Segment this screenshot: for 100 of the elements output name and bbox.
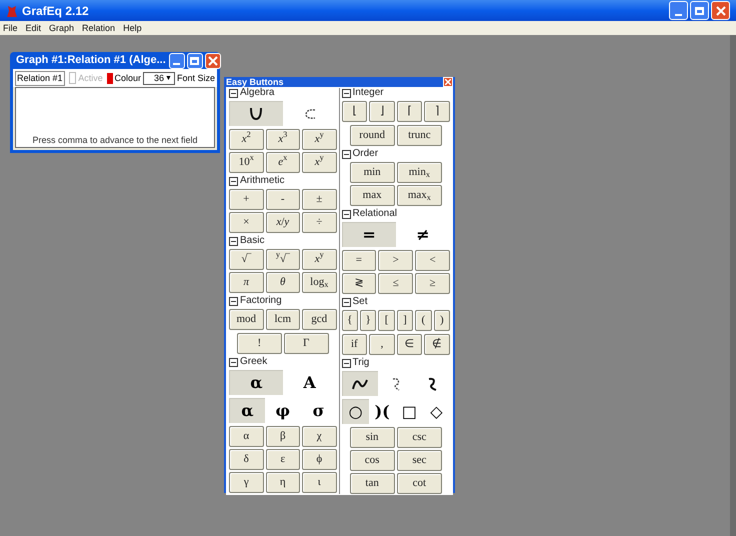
minimize-button[interactable] [168,52,185,68]
math-key[interactable]: ε [266,449,300,470]
relation-editor[interactable]: Press comma to advance to the next field [15,87,215,148]
math-key[interactable]: ∈ [396,334,422,355]
maximize-button[interactable] [186,52,203,68]
maximize-button[interactable] [690,1,709,20]
math-key[interactable]: χ [302,426,336,447]
math-key[interactable]: γ [229,472,264,493]
math-key[interactable]: Γ [284,333,328,354]
collapse-icon[interactable] [342,88,350,98]
collapse-icon[interactable] [229,88,238,98]
math-key[interactable]: min [350,162,395,183]
close-button[interactable] [443,77,453,87]
section-title: Integer [352,88,384,98]
font-size-label: Font Size [176,74,215,82]
math-key[interactable]: + [229,189,264,210]
math-key[interactable]: - [266,189,300,210]
math-key[interactable]: ∉ [424,334,450,355]
math-key[interactable]: ≷ [342,273,376,294]
math-key[interactable]: ≤ [378,273,414,294]
minimize-button[interactable] [669,1,688,20]
section-title: Algebra [240,88,274,98]
math-key[interactable]: √‾ [229,249,264,270]
collapse-icon[interactable] [229,176,238,186]
math-key[interactable]: α [229,426,264,447]
math-key[interactable]: ⌋ [369,101,395,122]
math-key[interactable]: θ [266,272,300,293]
toggle-option[interactable]: ○ [342,399,369,424]
math-key[interactable]: ϕ [302,449,336,470]
math-key[interactable]: π [229,272,264,293]
math-key[interactable]: x$^{y}$ [302,152,336,173]
math-key[interactable]: 10$^{x}$ [229,152,264,173]
relation-name-field[interactable]: Relation #1 [15,70,65,86]
math-key[interactable]: ] [396,310,414,331]
close-button[interactable] [204,52,221,68]
math-key[interactable]: x/y [266,212,300,233]
section-title: Arithmetic [240,176,284,186]
menu-item[interactable]: Relation [82,24,116,32]
toggle-option[interactable]: α [229,398,265,423]
math-key[interactable]: cos [350,450,395,471]
math-key[interactable]: ± [302,189,336,210]
math-key[interactable]: log$_{x}$ [302,272,336,293]
colour-swatch[interactable] [106,72,112,84]
toggle-option[interactable] [229,101,283,126]
math-key[interactable]: } [360,310,376,331]
math-key[interactable]: ÷ [302,212,336,233]
math-key[interactable]: e$^{x}$ [266,152,300,173]
math-key[interactable]: max [350,185,395,206]
math-key[interactable]: = [342,250,376,271]
math-key[interactable]: csc [396,427,442,448]
math-key[interactable]: ⌊ [342,101,368,122]
math-key[interactable]: δ [229,449,264,470]
math-key[interactable]: β [266,426,300,447]
math-key[interactable]: ⌈ [396,101,422,122]
toggle-option[interactable] [342,371,378,396]
math-key[interactable]: $^{y}$√‾ [266,249,300,270]
math-key[interactable]: round [350,125,395,146]
math-key[interactable]: , [369,334,395,355]
collapse-icon[interactable] [342,210,350,218]
menu-item[interactable]: Graph [49,24,74,32]
collapse-icon[interactable] [342,150,350,158]
math-key[interactable]: x$^{3}$ [266,129,300,150]
math-key[interactable]: x$^{y}$ [302,249,336,270]
menu-item[interactable]: Edit [26,24,42,32]
math-key[interactable]: < [415,250,450,271]
collapse-icon[interactable] [342,358,350,368]
math-key[interactable]: min$_{x}$ [396,162,442,183]
math-key[interactable]: ≥ [415,273,450,294]
math-key[interactable]: ( [415,310,432,331]
math-key[interactable]: cot [396,473,442,494]
menu-item[interactable]: Help [123,24,142,32]
toggle-option[interactable]: = [342,222,396,247]
math-key[interactable]: sin [350,427,395,448]
math-key[interactable]: ⌉ [424,101,450,122]
math-key[interactable]: × [229,212,264,233]
math-key[interactable]: η [266,472,300,493]
math-key[interactable]: x$^{y}$ [302,129,336,150]
collapse-icon[interactable] [342,298,350,306]
math-key[interactable]: if [342,334,368,355]
math-key[interactable]: trunc [396,125,442,146]
math-key[interactable]: ! [237,333,282,354]
math-key[interactable]: { [342,310,358,331]
collapse-icon[interactable] [229,236,238,246]
math-key[interactable]: [ [378,310,395,331]
math-key[interactable]: ) [434,310,450,331]
window-title: GrafEq 2.12 [22,2,90,20]
math-key[interactable]: x$^{2}$ [229,129,264,150]
math-key[interactable]: > [378,250,414,271]
close-button[interactable] [711,1,730,20]
toggle-option[interactable]: α [229,370,283,395]
math-key[interactable]: ι [302,472,336,493]
math-key[interactable]: tan [350,473,395,494]
collapse-icon[interactable] [229,296,238,306]
math-key[interactable]: max$_{x}$ [396,185,442,206]
collapse-icon[interactable] [229,358,238,366]
math-key[interactable]: lcm [266,309,300,330]
math-key[interactable]: gcd [302,309,336,330]
math-key[interactable]: mod [229,309,264,330]
math-key[interactable]: sec [396,450,442,471]
menu-item[interactable]: File [3,24,18,32]
